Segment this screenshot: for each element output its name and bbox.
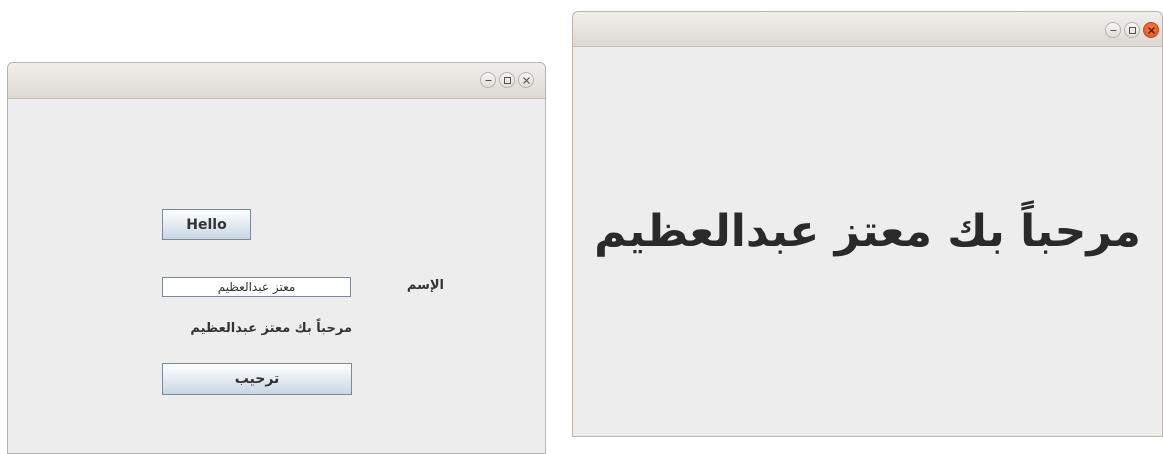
greeting-text: مرحباً بك معتز عبدالعظيم <box>594 206 1141 257</box>
greeting-window: مرحباً بك معتز عبدالعظيم <box>572 11 1163 437</box>
greeting-label: مرحباً بك معتز عبدالعظيم <box>190 321 352 336</box>
window-controls <box>480 72 534 88</box>
minimize-icon[interactable] <box>1105 22 1121 38</box>
maximize-icon[interactable] <box>1124 22 1140 38</box>
hello-button[interactable]: Hello <box>162 209 251 240</box>
name-input[interactable] <box>162 277 351 297</box>
maximize-icon[interactable] <box>499 72 515 88</box>
close-icon[interactable] <box>1143 22 1159 38</box>
title-bar[interactable] <box>573 12 1162 47</box>
name-label: الإسم <box>406 278 444 293</box>
greet-button[interactable]: ترحيب <box>162 363 352 395</box>
minimize-icon[interactable] <box>480 72 496 88</box>
main-window: Hello الإسم مرحباً بك معتز عبدالعظيم ترح… <box>7 62 546 454</box>
title-bar[interactable] <box>8 63 545 99</box>
close-icon[interactable] <box>518 72 534 88</box>
window-controls <box>1105 22 1159 38</box>
